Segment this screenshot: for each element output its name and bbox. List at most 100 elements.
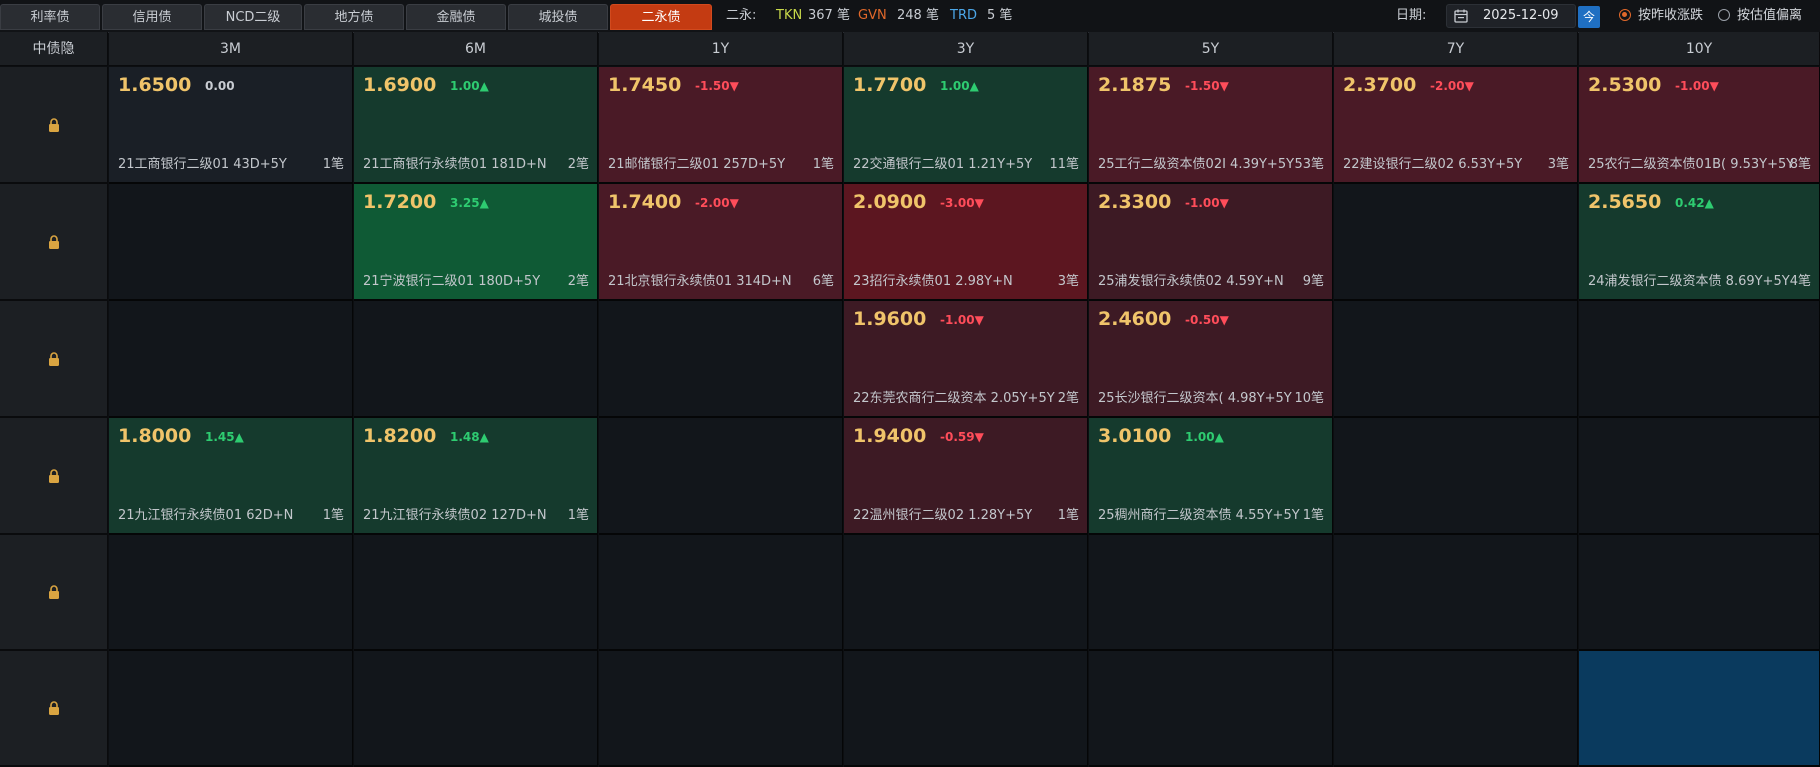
- row-lock-cell[interactable]: [0, 651, 108, 767]
- quote-cell-empty[interactable]: [1089, 651, 1333, 767]
- bond-name: 21北京银行永续债01 314D+N: [608, 274, 792, 289]
- row-lock-cell[interactable]: [0, 418, 108, 535]
- quote-cell-empty[interactable]: [1089, 535, 1333, 651]
- tenor-header-1y[interactable]: 1Y: [599, 32, 843, 66]
- bond-name: 25稠州商行二级资本债 4.55Y+5Y: [1098, 508, 1300, 523]
- yield-price: 1.9400: [853, 425, 927, 447]
- quote-cell-empty[interactable]: [354, 535, 598, 651]
- quote-cell-empty[interactable]: [599, 651, 843, 767]
- quote-cell[interactable]: 1.9600 -1.00▼ 22东莞农商行二级资本 2.05Y+5Y 2笔: [844, 301, 1088, 418]
- quote-cell-empty[interactable]: [844, 651, 1088, 767]
- tenor-header-3y[interactable]: 3Y: [844, 32, 1088, 66]
- today-button[interactable]: 今: [1578, 6, 1600, 28]
- trade-count: 53笔: [1294, 157, 1324, 172]
- tenor-header-row: 中债隐 3M 6M 1Y 3Y 5Y 7Y 10Y: [0, 32, 1820, 66]
- yield-price: 1.7400: [608, 191, 682, 213]
- tkn-label: TKN: [776, 8, 803, 23]
- quote-cell-empty[interactable]: [109, 184, 353, 301]
- yield-change: 0.00: [205, 79, 235, 93]
- quote-cell-empty[interactable]: [1579, 535, 1820, 651]
- sort-by-prev-close-radio[interactable]: [1619, 9, 1631, 21]
- quote-cell-empty[interactable]: [1579, 418, 1820, 535]
- lock-icon: [48, 351, 60, 366]
- tenor-header-5y[interactable]: 5Y: [1089, 32, 1333, 66]
- quote-cell-empty[interactable]: [1334, 184, 1578, 301]
- quote-cell-empty[interactable]: [354, 651, 598, 767]
- trade-count: 1笔: [812, 157, 834, 172]
- quote-cell-empty[interactable]: [109, 535, 353, 651]
- tab-5[interactable]: 城投债: [508, 4, 608, 30]
- bond-name: 22温州银行二级02 1.28Y+5Y: [853, 508, 1033, 523]
- lock-icon: [48, 468, 60, 483]
- quote-cell[interactable]: 2.3700 -2.00▼ 22建设银行二级02 6.53Y+5Y 3笔: [1334, 67, 1578, 184]
- lock-icon: [48, 117, 60, 132]
- trade-count: 3笔: [1547, 157, 1569, 172]
- trade-count: 9笔: [1302, 274, 1324, 289]
- quote-cell-empty[interactable]: [354, 301, 598, 418]
- yield-change: -1.50▼: [695, 79, 739, 93]
- row-lock-cell[interactable]: [0, 535, 108, 651]
- quote-cell[interactable]: 2.3300 -1.00▼ 25浦发银行永续债02 4.59Y+N 9笔: [1089, 184, 1333, 301]
- sort-by-prev-close-label[interactable]: 按昨收涨跌: [1638, 0, 1703, 32]
- bond-name: 25农行二级资本债01B( 9.53Y+5Y: [1588, 157, 1793, 172]
- quote-cell[interactable]: 1.6500 0.00 21工商银行二级01 43D+5Y 1笔: [109, 67, 353, 184]
- yield-change: -3.00▼: [940, 196, 984, 210]
- tkn-count: 367 笔: [808, 8, 850, 23]
- quote-cell[interactable]: 1.7450 -1.50▼ 21邮储银行二级01 257D+5Y 1笔: [599, 67, 843, 184]
- tenor-header-10y[interactable]: 10Y: [1579, 32, 1820, 66]
- sort-by-valuation-radio[interactable]: [1718, 9, 1730, 21]
- quote-cell-selected[interactable]: [1579, 651, 1820, 767]
- quote-cell[interactable]: 1.7700 1.00▲ 22交通银行二级01 1.21Y+5Y 11笔: [844, 67, 1088, 184]
- tab-2[interactable]: NCD二级: [204, 4, 302, 30]
- quote-cell[interactable]: 1.9400 -0.59▼ 22温州银行二级02 1.28Y+5Y 1笔: [844, 418, 1088, 535]
- quote-cell-empty[interactable]: [1579, 301, 1820, 418]
- bond-name: 21工商银行二级01 43D+5Y: [118, 157, 287, 172]
- quote-cell[interactable]: 3.0100 1.00▲ 25稠州商行二级资本债 4.55Y+5Y 1笔: [1089, 418, 1333, 535]
- quote-cell[interactable]: 2.5650 0.42▲ 24浦发银行二级资本债 8.69Y+5Y 4笔: [1579, 184, 1820, 301]
- quote-cell-empty[interactable]: [599, 301, 843, 418]
- quote-cell[interactable]: 2.1875 -1.50▼ 25工行二级资本债02I 4.39Y+5Y 53笔: [1089, 67, 1333, 184]
- quote-cell-empty[interactable]: [844, 535, 1088, 651]
- quote-cell-empty[interactable]: [599, 418, 843, 535]
- tab-1[interactable]: 信用债: [102, 4, 202, 30]
- yield-change: -1.50▼: [1185, 79, 1229, 93]
- tenor-header-6m[interactable]: 6M: [354, 32, 598, 66]
- trade-count: 1笔: [567, 508, 589, 523]
- quote-cell[interactable]: 2.0900 -3.00▼ 23招行永续债01 2.98Y+N 3笔: [844, 184, 1088, 301]
- tab-0[interactable]: 利率债: [0, 4, 100, 30]
- yield-price: 2.3300: [1098, 191, 1172, 213]
- quote-cell-empty[interactable]: [109, 301, 353, 418]
- yield-change: -1.00▼: [940, 313, 984, 327]
- row-lock-cell[interactable]: [0, 184, 108, 301]
- trade-count: 2笔: [1057, 391, 1079, 406]
- quote-cell[interactable]: 1.7200 3.25▲ 21宁波银行二级01 180D+5Y 2笔: [354, 184, 598, 301]
- trade-count: 2笔: [567, 157, 589, 172]
- tenor-header-7y[interactable]: 7Y: [1334, 32, 1578, 66]
- yield-price: 3.0100: [1098, 425, 1172, 447]
- lock-icon: [48, 585, 60, 599]
- quote-cell[interactable]: 2.4600 -0.50▼ 25长沙银行二级资本( 4.98Y+5Y 10笔: [1089, 301, 1333, 418]
- quote-cell[interactable]: 1.8200 1.48▲ 21九江银行永续债02 127D+N 1笔: [354, 418, 598, 535]
- tenor-header-3m[interactable]: 3M: [109, 32, 353, 66]
- quote-cell-empty[interactable]: [599, 535, 843, 651]
- row-lock-cell[interactable]: [0, 67, 108, 184]
- quote-cell[interactable]: 2.5300 -1.00▼ 25农行二级资本债01B( 9.53Y+5Y 8笔: [1579, 67, 1820, 184]
- quote-cell[interactable]: 1.6900 1.00▲ 21工商银行永续债01 181D+N 2笔: [354, 67, 598, 184]
- quote-cell[interactable]: 1.7400 -2.00▼ 21北京银行永续债01 314D+N 6笔: [599, 184, 843, 301]
- quote-cell-empty[interactable]: [1334, 535, 1578, 651]
- row-lock-cell[interactable]: [0, 301, 108, 418]
- quote-cell-empty[interactable]: [1334, 301, 1578, 418]
- bond-name: 22交通银行二级01 1.21Y+5Y: [853, 157, 1033, 172]
- quote-cell[interactable]: 1.8000 1.45▲ 21九江银行永续债01 62D+N 1笔: [109, 418, 353, 535]
- quote-cell-empty[interactable]: [109, 651, 353, 767]
- tab-4[interactable]: 金融债: [406, 4, 506, 30]
- calendar-icon: [1454, 9, 1468, 23]
- quote-cell-empty[interactable]: [1334, 651, 1578, 767]
- yield-price: 1.6500: [118, 74, 192, 96]
- quote-cell-empty[interactable]: [1334, 418, 1578, 535]
- date-picker[interactable]: 2025-12-09: [1446, 4, 1576, 28]
- tab-3[interactable]: 地方债: [304, 4, 404, 30]
- tab-6[interactable]: 二永债: [610, 4, 712, 30]
- sort-by-valuation-label[interactable]: 按估值偏离: [1737, 0, 1802, 32]
- trade-count: 1笔: [322, 157, 344, 172]
